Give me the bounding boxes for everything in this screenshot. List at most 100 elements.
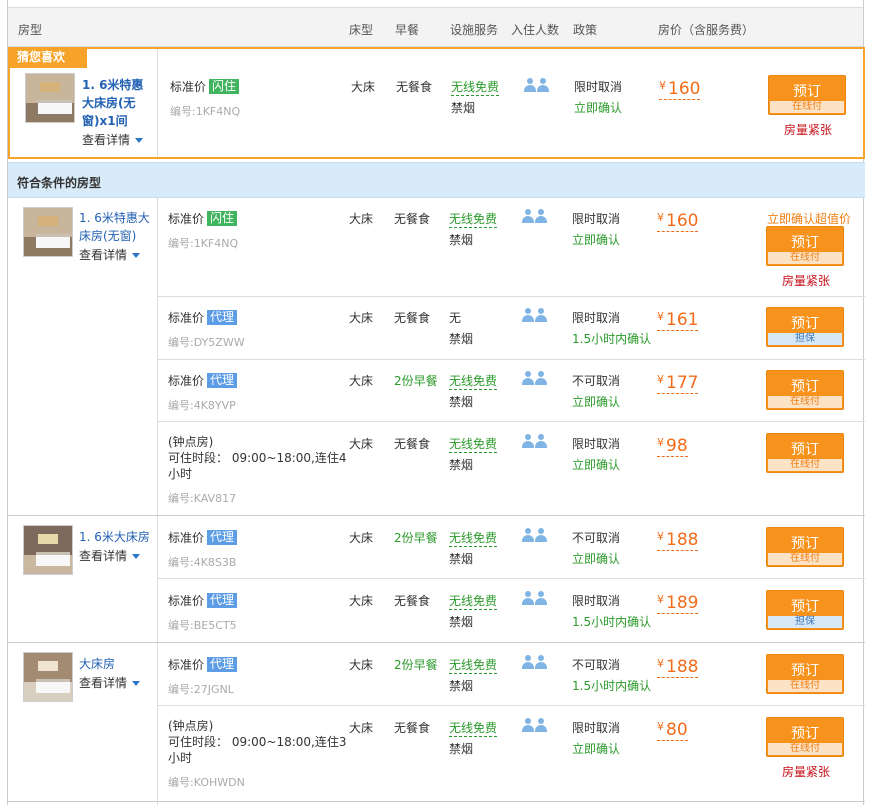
wifi-info[interactable]: 无线免费 <box>451 78 500 96</box>
book-button[interactable]: 预订 在线付 <box>766 717 844 757</box>
room-thumbnail[interactable] <box>23 207 73 257</box>
bed-type: 大床 <box>349 311 374 325</box>
book-button[interactable]: 预订 在线付 <box>766 226 844 266</box>
header-price: 房价（含服务费） <box>658 23 755 37</box>
confirm-policy: 立即确认 <box>572 458 621 472</box>
breakfast: 无餐食 <box>394 437 431 451</box>
view-details-link[interactable]: 查看详情 <box>79 547 141 564</box>
book-button[interactable]: 预订 在线付 <box>766 654 844 694</box>
cancel-policy[interactable]: 不可取消 <box>572 529 620 546</box>
cancel-policy[interactable]: 限时取消 <box>572 309 620 326</box>
bed-type: 大床 <box>349 658 374 672</box>
room-thumbnail[interactable] <box>23 525 73 575</box>
chevron-down-icon <box>132 253 141 258</box>
chevron-down-icon <box>135 138 144 143</box>
header-occupancy: 入住人数 <box>511 23 560 37</box>
wifi-info[interactable]: 无线免费 <box>449 435 498 453</box>
two-guests-icon <box>524 78 550 94</box>
price[interactable]: ¥177 <box>657 370 699 394</box>
agent-badge: 代理 <box>207 310 238 325</box>
room-name-link[interactable]: 大床房 <box>79 655 151 673</box>
header-breakfast: 早餐 <box>395 23 420 37</box>
rate-label: 标准价 代理 <box>168 592 238 609</box>
smoking: 禁烟 <box>449 552 474 566</box>
view-details-link[interactable]: 查看详情 <box>79 246 141 263</box>
price[interactable]: ¥188 <box>657 527 699 551</box>
book-button[interactable]: 预订 在线付 <box>766 370 844 410</box>
room-thumbnail[interactable] <box>25 73 75 123</box>
book-button[interactable]: 预订 在线付 <box>766 433 844 473</box>
book-button[interactable]: 预订 担保 <box>766 590 844 630</box>
cancel-policy[interactable]: 不可取消 <box>572 656 620 673</box>
rate-label: 标准价 代理 <box>168 656 238 673</box>
price[interactable]: ¥160 <box>657 208 699 232</box>
rate-code: 编号:4K8YVP <box>168 399 236 412</box>
flash-badge: 闪住 <box>209 79 240 94</box>
rate-label: 标准价 闪住 <box>170 78 240 95</box>
wifi-info[interactable]: 无线免费 <box>449 529 498 547</box>
smoking: 禁烟 <box>449 742 474 756</box>
rate-code: 编号:DY5ZWW <box>168 336 245 349</box>
wifi-info[interactable]: 无线免费 <box>449 656 498 674</box>
view-details-link[interactable]: 查看详情 <box>79 674 141 691</box>
agent-badge: 代理 <box>207 657 238 672</box>
price[interactable]: ¥98 <box>657 433 688 457</box>
breakfast: 无餐食 <box>394 721 431 735</box>
rate-label: 标准价 代理 <box>168 372 238 389</box>
confirm-policy: 立即确认 <box>572 552 621 566</box>
bed-type: 大床 <box>349 374 374 388</box>
breakfast: 无餐食 <box>396 80 433 94</box>
price[interactable]: ¥160 <box>659 76 701 100</box>
room-list-table: 房型 床型 早餐 设施服务 入住人数 政策 房价（含服务费） 猜您喜欢 1. 6… <box>7 0 865 805</box>
rate-code: 编号:KOHWDN <box>168 776 245 789</box>
rate-code: 编号:1KF4NQ <box>168 237 239 250</box>
hourly-rate-label: (钟点房) 可住时段： 09:00~18:00,连住3 小时 <box>168 719 347 765</box>
confirm-policy: 1.5小时内确认 <box>572 615 652 629</box>
price[interactable]: ¥188 <box>657 654 699 678</box>
cancel-policy[interactable]: 限时取消 <box>572 719 620 736</box>
cancel-policy[interactable]: 限时取消 <box>572 210 620 227</box>
bed-type: 大床 <box>349 594 374 608</box>
wifi-info[interactable]: 无线免费 <box>449 210 498 228</box>
header-room-type: 房型 <box>18 23 43 37</box>
chevron-down-icon <box>132 681 141 686</box>
bed-type: 大床 <box>349 531 374 545</box>
wifi-info[interactable]: 无线免费 <box>449 592 498 610</box>
agent-badge: 代理 <box>207 593 238 608</box>
rate-code: 编号:1KF4NQ <box>170 105 241 118</box>
smoking: 禁烟 <box>449 679 474 693</box>
view-details-link[interactable]: 查看详情 <box>82 131 144 148</box>
cancel-policy[interactable]: 限时取消 <box>572 592 620 609</box>
smoking: 禁烟 <box>451 101 476 115</box>
smoking: 禁烟 <box>449 233 474 247</box>
rate-label: 标准价 代理 <box>168 309 238 326</box>
two-guests-icon <box>522 718 548 734</box>
wifi-info[interactable]: 无线免费 <box>449 372 498 390</box>
book-button[interactable]: 预订 在线付 <box>766 527 844 567</box>
agent-badge: 代理 <box>207 530 238 545</box>
room-name-link[interactable]: 1. 6米大床房 <box>79 528 157 546</box>
header-bed-type: 床型 <box>349 23 374 37</box>
rate-code: 编号:KAV817 <box>168 492 237 505</box>
wifi-info[interactable]: 无线免费 <box>449 719 498 737</box>
price[interactable]: ¥161 <box>657 307 699 331</box>
bed-type: 大床 <box>349 437 374 451</box>
two-guests-icon <box>522 209 548 225</box>
bed-type: 大床 <box>349 212 374 226</box>
confirm-policy: 1.5小时内确认 <box>572 679 652 693</box>
cancel-policy[interactable]: 限时取消 <box>574 78 622 95</box>
cancel-policy[interactable]: 不可取消 <box>572 372 620 389</box>
bed-type: 大床 <box>351 80 376 94</box>
room-name-link[interactable]: 1. 6米特惠大床房(无窗)x1间 <box>82 76 152 130</box>
price[interactable]: ¥80 <box>657 717 688 741</box>
two-guests-icon <box>522 434 548 450</box>
room-thumbnail[interactable] <box>23 652 73 702</box>
price[interactable]: ¥189 <box>657 590 699 614</box>
room-name-link[interactable]: 1. 6米特惠大床房(无窗) <box>79 209 151 245</box>
confirm-policy: 立即确认 <box>572 742 621 756</box>
book-button[interactable]: 预订 在线付 <box>768 75 846 115</box>
book-button[interactable]: 预订 担保 <box>766 307 844 347</box>
breakfast: 2份早餐 <box>394 658 438 672</box>
cancel-policy[interactable]: 限时取消 <box>572 435 620 452</box>
section-header: 符合条件的房型 <box>8 162 865 198</box>
